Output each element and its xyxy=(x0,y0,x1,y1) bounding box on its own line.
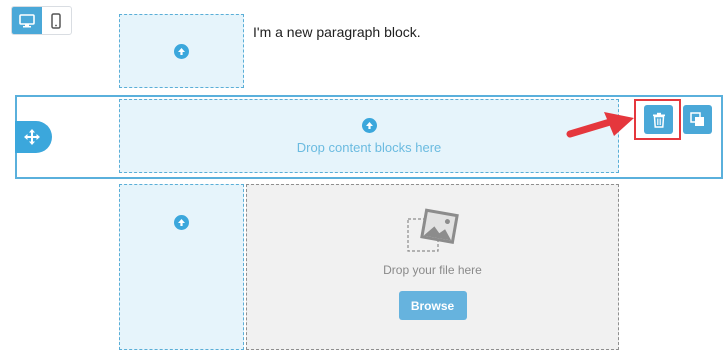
move-row-handle[interactable] xyxy=(15,121,52,153)
upload-icon xyxy=(174,215,189,230)
paragraph-block[interactable]: I'm a new paragraph block. xyxy=(253,24,421,40)
move-icon xyxy=(24,129,40,145)
delete-row-button[interactable] xyxy=(644,105,673,134)
upload-icon xyxy=(361,117,377,133)
trash-icon xyxy=(652,112,665,128)
image-block[interactable]: Drop your file here Browse xyxy=(246,184,619,350)
upload-icon xyxy=(174,43,189,59)
browse-button[interactable]: Browse xyxy=(398,291,467,320)
annotation-arrow xyxy=(566,112,634,138)
desktop-view-button[interactable] xyxy=(12,7,42,34)
empty-column-cell[interactable] xyxy=(119,14,244,88)
mobile-icon xyxy=(51,12,61,29)
copy-icon xyxy=(690,112,704,126)
image-placeholder-icon xyxy=(406,208,459,252)
image-drop-label: Drop your file here xyxy=(383,263,482,277)
drop-content-label: Drop content blocks here xyxy=(296,139,442,155)
drop-content-zone[interactable]: Drop content blocks here xyxy=(119,99,619,173)
device-toggle xyxy=(11,6,72,35)
duplicate-row-button[interactable] xyxy=(683,105,712,134)
mobile-view-button[interactable] xyxy=(42,7,72,34)
desktop-icon xyxy=(18,13,35,27)
empty-column-cell[interactable] xyxy=(119,184,244,350)
